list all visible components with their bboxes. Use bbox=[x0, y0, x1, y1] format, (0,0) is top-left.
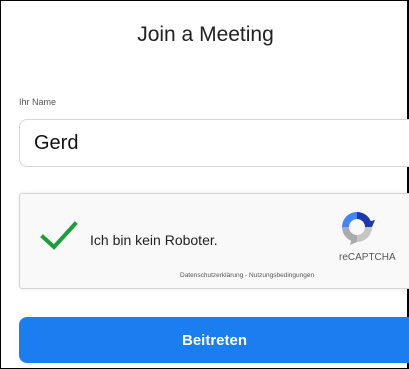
page-title: Join a Meeting bbox=[137, 23, 274, 46]
privacy-link[interactable]: Datenschutzerklärung bbox=[180, 272, 243, 279]
recaptcha-brand: reCAPTCHA bbox=[339, 252, 396, 263]
checkmark-icon[interactable] bbox=[40, 220, 78, 252]
recaptcha-links: Datenschutzerklärung - Nutzungsbedingung… bbox=[180, 272, 314, 279]
name-input[interactable] bbox=[19, 119, 409, 167]
recaptcha-widget: Ich bin kein Roboter. reCAPTCHA Datensch… bbox=[19, 193, 409, 289]
recaptcha-logo-icon bbox=[342, 212, 375, 245]
captcha-label: Ich bin kein Roboter. bbox=[90, 232, 218, 248]
name-field-label: Ihr Name bbox=[19, 97, 57, 107]
join-meeting-dialog: Join a Meeting Ihr Name Ich bin kein Rob… bbox=[0, 0, 409, 369]
terms-link[interactable]: Nutzungsbedingungen bbox=[249, 272, 314, 279]
join-button[interactable]: Beitreten bbox=[19, 317, 409, 363]
